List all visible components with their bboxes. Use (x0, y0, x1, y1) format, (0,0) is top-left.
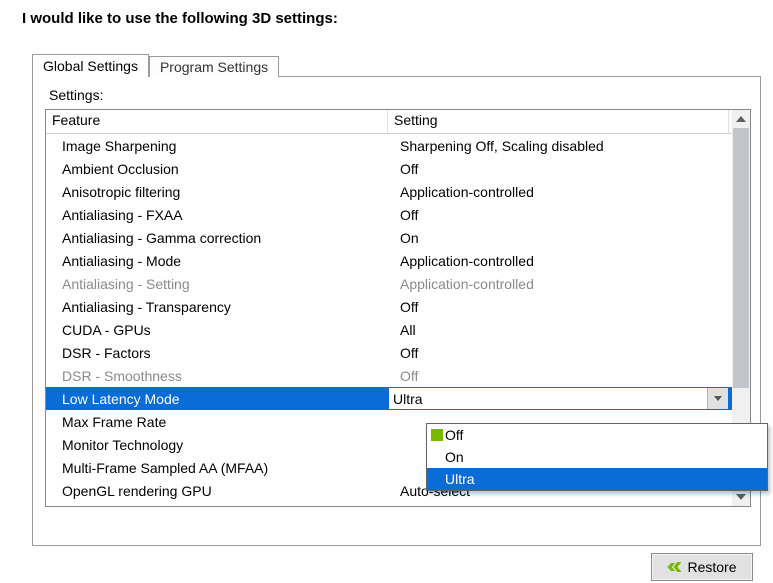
tab-program-settings[interactable]: Program Settings (149, 56, 279, 77)
setting-value: Sharpening Off, Scaling disabled (388, 138, 729, 154)
chevron-down-icon (736, 494, 746, 500)
feature-name: Image Sharpening (46, 138, 388, 154)
feature-name: Anisotropic filtering (46, 184, 388, 200)
setting-value: Application-controlled (388, 276, 729, 292)
feature-name: Max Frame Rate (46, 414, 388, 430)
setting-value-text: Ultra (393, 391, 423, 407)
setting-row[interactable]: Antialiasing - FXAAOff (46, 203, 732, 226)
feature-name: Multi-Frame Sampled AA (MFAA) (46, 460, 388, 476)
page-heading: I would like to use the following 3D set… (22, 10, 773, 27)
low-latency-dropdown-popup: Off On Ultra (426, 423, 768, 491)
column-header-feature[interactable]: Feature (46, 110, 388, 133)
dropdown-button[interactable] (707, 388, 728, 409)
setting-row[interactable]: DSR - FactorsOff (46, 341, 732, 364)
setting-value: On (388, 230, 729, 246)
restore-button[interactable]: Restore (651, 553, 753, 581)
feature-name: OpenGL rendering GPU (46, 483, 388, 499)
setting-row[interactable]: CUDA - GPUsAll (46, 318, 732, 341)
setting-row[interactable]: Antialiasing - TransparencyOff (46, 295, 732, 318)
setting-row[interactable]: Antialiasing - SettingApplication-contro… (46, 272, 732, 295)
nvidia-icon (431, 429, 443, 441)
setting-value: Off (388, 299, 729, 315)
setting-row[interactable]: Ambient OcclusionOff (46, 157, 732, 180)
dropdown-option-label: Off (443, 427, 463, 443)
chevron-up-icon (736, 116, 746, 122)
feature-name: DSR - Factors (46, 345, 388, 361)
setting-row[interactable]: Anisotropic filteringApplication-control… (46, 180, 732, 203)
scrollbar-thumb[interactable] (733, 128, 749, 388)
setting-value: All (388, 322, 729, 338)
chevron-down-icon (714, 396, 722, 401)
feature-name: Antialiasing - Gamma correction (46, 230, 388, 246)
feature-name: Ambient Occlusion (46, 161, 388, 177)
feature-name: Low Latency Mode (46, 391, 388, 407)
feature-name: Antialiasing - Mode (46, 253, 388, 269)
setting-value: Off (388, 207, 729, 223)
setting-value[interactable]: Ultra (388, 387, 729, 410)
setting-value: Off (388, 345, 729, 361)
scroll-up-button[interactable] (732, 110, 750, 128)
setting-row[interactable]: DSR - SmoothnessOff (46, 364, 732, 387)
dropdown-option-label: On (431, 449, 464, 465)
setting-row[interactable]: Antialiasing - ModeApplication-controlle… (46, 249, 732, 272)
tab-global-settings[interactable]: Global Settings (32, 54, 149, 77)
feature-name: Monitor Technology (46, 437, 388, 453)
nvidia-logo-icon (667, 562, 681, 572)
setting-row[interactable]: Image SharpeningSharpening Off, Scaling … (46, 134, 732, 157)
setting-value: Off (388, 161, 729, 177)
feature-name: CUDA - GPUs (46, 322, 388, 338)
feature-name: Antialiasing - FXAA (46, 207, 388, 223)
setting-value: Application-controlled (388, 184, 729, 200)
restore-button-label: Restore (687, 559, 736, 575)
setting-row[interactable]: Low Latency Mode Ultra (46, 387, 732, 410)
feature-name: DSR - Smoothness (46, 368, 388, 384)
dropdown-option[interactable]: Ultra (427, 468, 767, 490)
column-header-setting[interactable]: Setting (388, 110, 729, 133)
setting-value: Off (388, 368, 729, 384)
dropdown-option-label: Ultra (431, 471, 475, 487)
dropdown-option[interactable]: Off (427, 424, 767, 446)
feature-name: Antialiasing - Transparency (46, 299, 388, 315)
tabstrip: Global Settings Program Settings (32, 51, 773, 77)
settings-listview: Feature Setting Image SharpeningSharpeni… (45, 109, 751, 507)
feature-name: Antialiasing - Setting (46, 276, 388, 292)
settings-panel: Settings: Feature Setting Image Sharpeni… (32, 76, 761, 546)
setting-value: Application-controlled (388, 253, 729, 269)
listview-header: Feature Setting (46, 110, 750, 134)
setting-row[interactable]: Antialiasing - Gamma correctionOn (46, 226, 732, 249)
dropdown-option[interactable]: On (427, 446, 767, 468)
settings-label: Settings: (49, 87, 760, 103)
